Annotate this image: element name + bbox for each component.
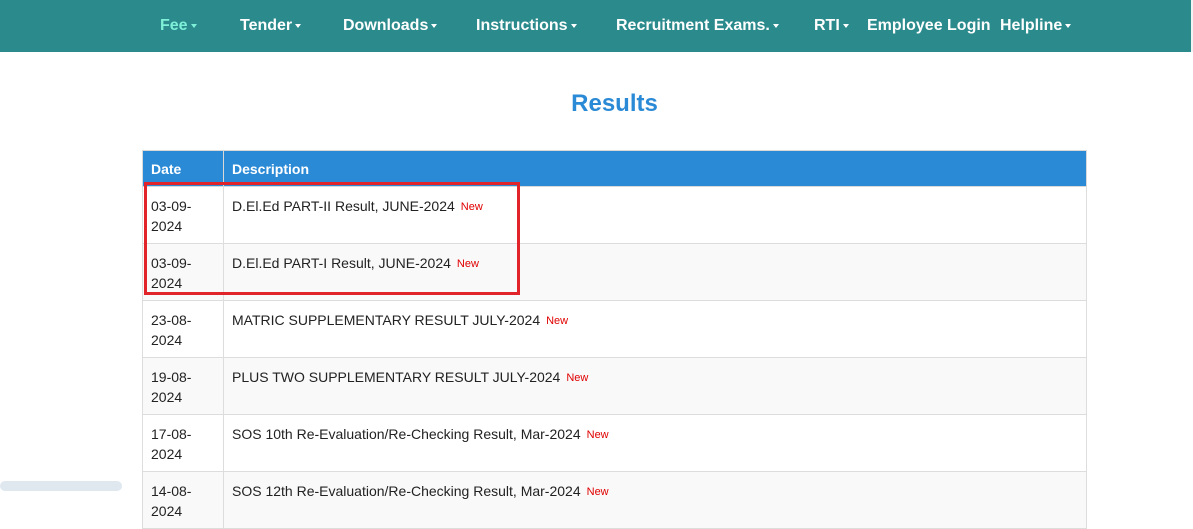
table-row: 03-09-2024 D.El.Ed PART-II Result, JUNE-… [142, 186, 1087, 244]
nav-instructions-label: Instructions [476, 17, 568, 34]
nav-downloads-label: Downloads [343, 17, 429, 34]
page-title: Results [571, 90, 658, 117]
nav-rti[interactable]: RTI [814, 0, 849, 52]
row-date: 19-08-2024 [151, 369, 192, 405]
nav-downloads[interactable]: Downloads [343, 0, 438, 52]
row-date: 23-08-2024 [151, 312, 192, 348]
result-link[interactable]: SOS 10th Re-Evaluation/Re-Checking Resul… [232, 426, 581, 442]
chevron-down-icon [295, 23, 302, 28]
side-widget-tab[interactable] [0, 481, 122, 491]
nav-employee-login-label: Employee Login [867, 17, 991, 34]
result-link[interactable]: SOS 12th Re-Evaluation/Re-Checking Resul… [232, 483, 581, 499]
nav-fee[interactable]: Fee [160, 0, 197, 52]
row-date-cell: 23-08-2024 [142, 300, 224, 358]
nav-employee-login[interactable]: Employee Login [867, 0, 991, 52]
row-date-cell: 03-09-2024 [142, 243, 224, 301]
chevron-down-icon [772, 23, 779, 28]
new-badge: New [586, 429, 609, 441]
new-badge: New [566, 372, 589, 384]
result-link[interactable]: PLUS TWO SUPPLEMENTARY RESULT JULY-2024 [232, 369, 560, 385]
table-row: 23-08-2024 MATRIC SUPPLEMENTARY RESULT J… [142, 300, 1087, 358]
row-date-cell: 17-08-2024 [142, 414, 224, 472]
chevron-down-icon [1065, 23, 1072, 28]
chevron-down-icon [570, 23, 577, 28]
results-table: Date Description 03-09-2024 D.El.Ed PART… [142, 150, 1087, 529]
result-link[interactable]: D.El.Ed PART-II Result, JUNE-2024 [232, 198, 455, 214]
row-date-cell: 03-09-2024 [142, 186, 224, 244]
chevron-down-icon [431, 23, 438, 28]
chevron-down-icon [842, 23, 849, 28]
nav-fee-label: Fee [160, 17, 188, 34]
row-description-cell: D.El.Ed PART-I Result, JUNE-2024 New [223, 243, 1087, 301]
new-badge: New [460, 201, 483, 213]
row-date: 03-09-2024 [151, 198, 192, 234]
row-date: 17-08-2024 [151, 426, 192, 462]
table-row: 03-09-2024 D.El.Ed PART-I Result, JUNE-2… [142, 243, 1087, 301]
nav-helpline-label: Helpline [1000, 17, 1063, 34]
row-date-cell: 19-08-2024 [142, 357, 224, 415]
new-badge: New [586, 486, 609, 498]
new-badge: New [456, 258, 479, 270]
nav-instructions[interactable]: Instructions [476, 0, 577, 52]
result-link[interactable]: D.El.Ed PART-I Result, JUNE-2024 [232, 255, 451, 271]
new-badge: New [546, 315, 569, 327]
row-description-cell: SOS 12th Re-Evaluation/Re-Checking Resul… [223, 471, 1087, 529]
row-description-cell: D.El.Ed PART-II Result, JUNE-2024 New [223, 186, 1087, 244]
nav-rti-label: RTI [814, 17, 840, 34]
row-date: 14-08-2024 [151, 483, 192, 519]
column-header-date: Date [142, 150, 224, 187]
chevron-down-icon [190, 23, 197, 28]
table-row: 19-08-2024 PLUS TWO SUPPLEMENTARY RESULT… [142, 357, 1087, 415]
result-link[interactable]: MATRIC SUPPLEMENTARY RESULT JULY-2024 [232, 312, 540, 328]
table-row: 17-08-2024 SOS 10th Re-Evaluation/Re-Che… [142, 414, 1087, 472]
table-row: 14-08-2024 SOS 12th Re-Evaluation/Re-Che… [142, 471, 1087, 529]
nav-tender[interactable]: Tender [240, 0, 302, 52]
row-date-cell: 14-08-2024 [142, 471, 224, 529]
top-navbar: Fee Tender Downloads Instructions Recrui… [0, 0, 1193, 52]
nav-recruitment-exams-label: Recruitment Exams. [616, 17, 770, 34]
row-date: 03-09-2024 [151, 255, 192, 291]
row-description-cell: MATRIC SUPPLEMENTARY RESULT JULY-2024 New [223, 300, 1087, 358]
table-header-row: Date Description [142, 150, 1087, 187]
nav-tender-label: Tender [240, 17, 293, 34]
column-header-description: Description [223, 150, 1087, 187]
nav-recruitment-exams[interactable]: Recruitment Exams. [616, 0, 779, 52]
nav-helpline[interactable]: Helpline [1000, 0, 1072, 52]
row-description-cell: SOS 10th Re-Evaluation/Re-Checking Resul… [223, 414, 1087, 472]
row-description-cell: PLUS TWO SUPPLEMENTARY RESULT JULY-2024 N… [223, 357, 1087, 415]
